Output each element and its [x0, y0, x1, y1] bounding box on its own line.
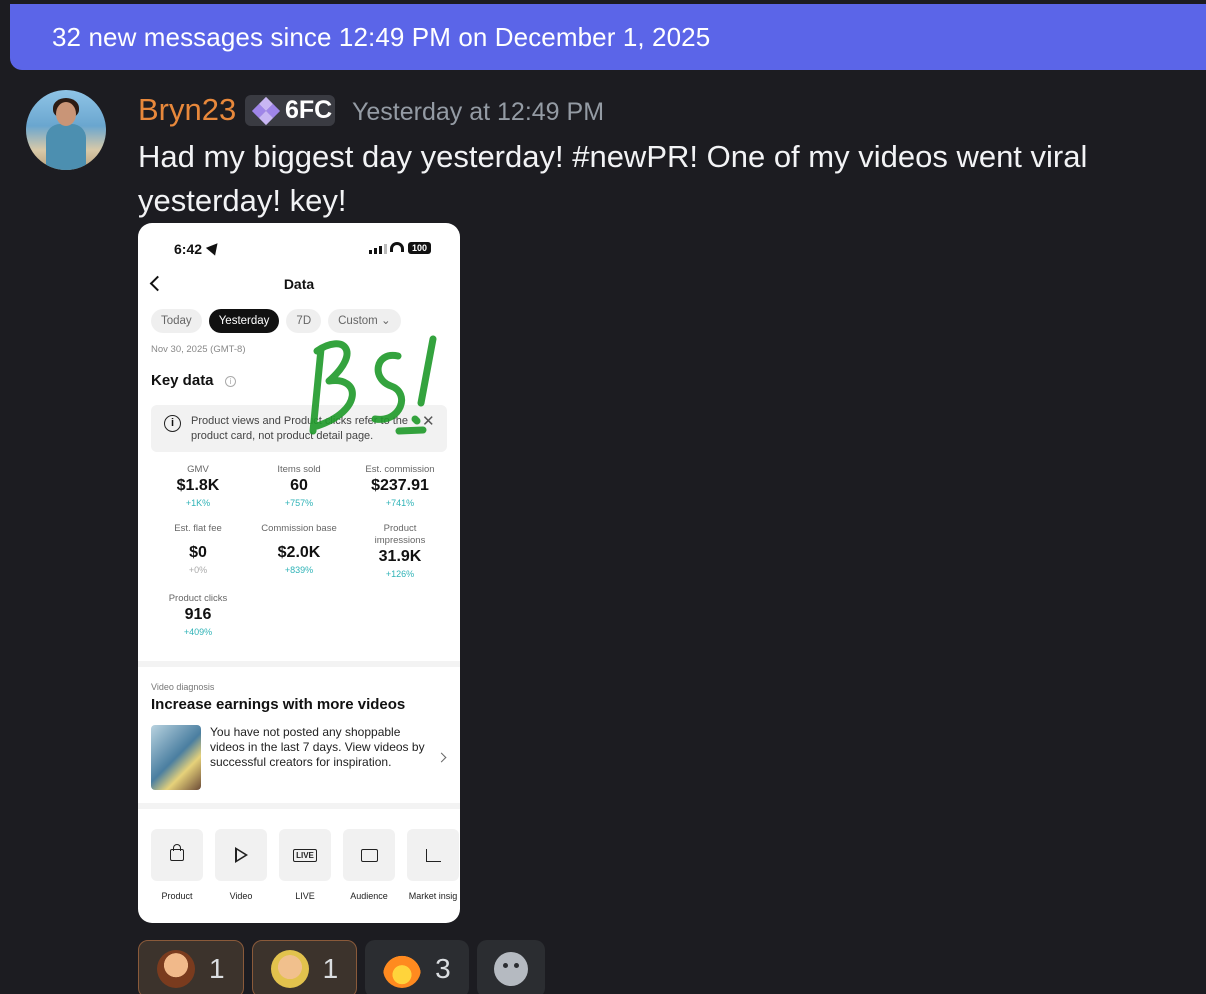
id-card-icon [360, 848, 378, 862]
metric-change: +839% [284, 565, 314, 575]
tool-product: Product [151, 829, 203, 901]
tool-video: Video [215, 829, 267, 901]
tool-label: Product [161, 891, 193, 901]
reaction-count: 1 [209, 953, 225, 984]
tool-market-insights: Market insig [407, 829, 459, 901]
divider [138, 661, 460, 667]
metric-label: Est. commission [365, 464, 435, 475]
fire-emoji-icon [383, 950, 422, 988]
metric-change: +741% [385, 498, 415, 508]
tool-label: Market insig [408, 891, 458, 901]
bs-scribble-annotation [309, 335, 437, 435]
badge-label: 6FC [285, 96, 333, 124]
tab-yesterday: Yesterday [208, 309, 280, 333]
tab-custom: Custom ⌄ [328, 309, 401, 333]
date-tabs: Today Yesterday 7D Custom ⌄ [151, 309, 401, 333]
video-diagnosis-title: Increase earnings with more videos [151, 696, 406, 713]
tool-label: Video [229, 891, 253, 901]
metric-label: GMV [187, 464, 209, 475]
info-circle-icon: i [164, 415, 181, 432]
metric-value: 916 [184, 606, 212, 623]
tool-audience: Audience [343, 829, 395, 901]
date-range: Nov 30, 2025 (GMT-8) [151, 344, 246, 355]
avatar[interactable] [26, 90, 106, 170]
metric-value: $237.91 [371, 477, 429, 494]
metric-label: Items sold [277, 464, 321, 475]
metric-value: $0 [189, 544, 207, 561]
divider [138, 803, 460, 809]
tool-label: Audience [350, 891, 388, 901]
metric-label: Product clicks [168, 593, 228, 604]
page-title: Data [283, 276, 315, 292]
key-data-heading: Key data [151, 372, 214, 389]
metric-items-sold: Items sold 60 +757% [249, 464, 349, 510]
location-arrow-icon [205, 239, 223, 256]
attached-screenshot[interactable]: 6:42 100 Data Today Yesterday 7D Custom … [138, 223, 460, 923]
status-bar-time: 6:42 [174, 241, 203, 257]
metric-value: $1.8K [176, 477, 220, 494]
metric-product-clicks: Product clicks 916 +409% [148, 593, 248, 639]
metric-change: +0% [188, 565, 208, 575]
metric-change: +126% [385, 569, 415, 579]
username[interactable]: Bryn23 [138, 92, 236, 128]
metric-est-flat-fee: Est. flat fee $0 +0% [148, 523, 248, 577]
metric-value: 31.9K [378, 548, 422, 565]
tab-custom-label: Custom [338, 315, 378, 327]
tab-today: Today [151, 309, 202, 333]
guild-tag-badge[interactable]: 6FC [245, 95, 335, 126]
metric-gmv: GMV $1.8K +1K% [148, 464, 248, 510]
reaction-button[interactable]: 1 [251, 940, 358, 994]
reaction-count: 1 [322, 953, 339, 984]
chevron-right-icon [436, 752, 447, 763]
live-tv-icon: LIVE [293, 848, 317, 862]
reaction-count: 3 [435, 953, 451, 984]
shopping-bag-icon [170, 844, 184, 861]
video-diagnosis-label: Video diagnosis [151, 682, 215, 692]
new-messages-banner[interactable]: 32 new messages since 12:49 PM on Decemb… [10, 4, 1206, 70]
metric-label: Est. flat fee [174, 523, 222, 534]
metric-value: 60 [290, 477, 308, 494]
metric-est-commission: Est. commission $237.91 +741% [350, 464, 450, 510]
tool-live: LIVE LIVE [279, 829, 331, 901]
metric-change: +409% [183, 627, 213, 637]
metric-change: +1K% [185, 498, 211, 508]
reaction-button[interactable]: 1 [138, 940, 244, 994]
tab-7d: 7D [286, 309, 322, 333]
metric-change: +757% [284, 498, 314, 508]
reactions-bar: 1 1 3 [138, 940, 545, 994]
avatar-emoji-icon [270, 950, 309, 988]
metric-value: $2.0K [277, 544, 321, 561]
new-messages-text: 32 new messages since 12:49 PM on Decemb… [52, 21, 711, 52]
metric-commission-base: Commission base $2.0K +839% [249, 523, 349, 577]
signal-icon [369, 244, 387, 254]
metric-label: Product impressions [374, 523, 426, 546]
avatar-emoji-icon [157, 950, 195, 988]
video-thumbnail [151, 725, 201, 790]
info-icon: i [225, 376, 236, 387]
wifi-icon [390, 242, 404, 252]
metric-label: Commission base [261, 523, 337, 534]
message-text: Had my biggest day yesterday! #newPR! On… [138, 139, 1088, 218]
metric-product-impressions: Product impressions 31.9K +126% [350, 523, 450, 581]
tool-label: LIVE [295, 891, 315, 901]
add-reaction-button[interactable] [476, 940, 545, 994]
smiley-icon [493, 952, 528, 986]
message-timestamp[interactable]: Yesterday at 12:49 PM [352, 98, 604, 127]
play-icon [234, 847, 248, 863]
video-diagnosis-text: You have not posted any shoppable videos… [210, 725, 425, 769]
reaction-button[interactable]: 3 [365, 940, 469, 994]
diamond-icon [251, 96, 281, 125]
line-chart-icon [425, 848, 441, 862]
battery-icon: 100 [408, 242, 431, 254]
